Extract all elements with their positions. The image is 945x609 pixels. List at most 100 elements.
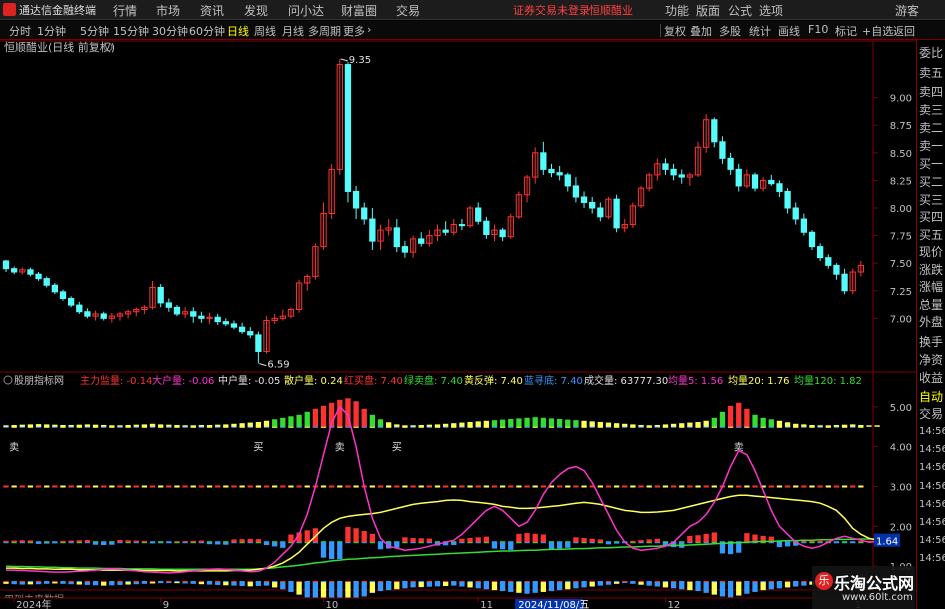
tool-add-favorite[interactable]: +自选 <box>862 23 893 39</box>
indicator-bar-upper <box>801 424 807 427</box>
indicator-bar-upper <box>52 424 58 427</box>
indicator-dot-row <box>858 485 864 488</box>
candle-body <box>662 163 669 170</box>
indicator-bar-mid <box>638 540 644 543</box>
indicator-bar-upper <box>353 401 359 427</box>
period-tab-more[interactable]: 更多 <box>343 23 365 39</box>
indicator-bar-upper <box>589 421 595 427</box>
tool-stats[interactable]: 统计 <box>749 23 771 39</box>
indicator-bar-mid <box>149 542 156 544</box>
quote-panel-item: 现价 <box>919 245 944 259</box>
tool-multi-stock[interactable]: 多股 <box>719 23 741 39</box>
indicator-bar-mid <box>76 540 82 543</box>
tool-mark[interactable]: 标记 <box>835 23 857 39</box>
tool-f10[interactable]: F10 <box>808 23 828 36</box>
menu-item-options[interactable]: 选项 <box>759 2 783 19</box>
menu-item-layout[interactable]: 版面 <box>696 2 720 19</box>
candle <box>263 316 270 354</box>
indicator-dot-row <box>68 485 74 488</box>
indicator-bar-upper <box>736 402 742 427</box>
period-tab-timeshare[interactable]: 分时 <box>9 23 31 39</box>
indicator-bar-upper <box>703 420 709 427</box>
menu-item-news[interactable]: 资讯 <box>200 2 224 19</box>
indicator-bar-mid <box>239 539 245 543</box>
tool-draw[interactable]: 画线 <box>778 23 800 39</box>
candle-body <box>100 313 107 319</box>
candle-body <box>27 269 34 275</box>
period-tab-30min[interactable]: 30分钟 <box>152 23 188 39</box>
candle-body <box>784 190 791 209</box>
indicator-bar-lower <box>3 582 9 584</box>
menu-item-discover[interactable]: 发现 <box>244 2 268 19</box>
period-tab-day[interactable]: 日线 <box>227 23 249 39</box>
candle <box>532 147 539 184</box>
chart-area[interactable]: 恒顺醋业(日线 前复权) 7.00 7.25 7.50 7.75 8.00 8.25 8.50… <box>0 40 916 609</box>
candle <box>548 163 555 178</box>
period-tab-month[interactable]: 月线 <box>282 23 304 39</box>
indicator-dot-row <box>605 485 612 488</box>
indicator-bar-mid <box>117 539 123 543</box>
indicator-dot-row <box>402 485 408 488</box>
indicator-bar-upper <box>3 425 9 427</box>
menu-item-function[interactable]: 功能 <box>665 2 689 19</box>
price-annotation-leader <box>340 58 348 62</box>
candle-body <box>711 119 718 143</box>
indicator-bar-lower <box>174 582 180 584</box>
chevron-right-icon[interactable]: › <box>367 23 371 36</box>
login-status[interactable]: 证券交易未登录 <box>513 2 590 18</box>
indicator-bar-mid <box>711 532 717 543</box>
menu-item-ask[interactable]: 问小达 <box>288 2 324 19</box>
indicator-bar-mid <box>101 542 107 546</box>
period-tab-1min[interactable]: 1分钟 <box>37 23 66 39</box>
indicator-bar-upper <box>215 424 221 427</box>
indicator-bar-mid <box>60 540 66 543</box>
indicator-legend-item: 主力监量: -0.14 <box>80 374 152 387</box>
signal-marker: 买 <box>253 442 263 454</box>
indicator-bar-lower <box>11 582 17 585</box>
indicator-bar-upper <box>809 424 815 427</box>
candle-body <box>751 174 759 189</box>
quote-panel-item: 买三 <box>919 193 944 207</box>
period-tab-5min[interactable]: 5分钟 <box>80 23 109 39</box>
indicator-dot-row <box>434 485 441 488</box>
indicator-bar-mid <box>589 538 595 543</box>
candle <box>279 309 286 321</box>
indicator-bar-mid <box>206 542 213 545</box>
indicator-bar-lower <box>662 582 669 588</box>
indicator-dot-row <box>556 485 563 488</box>
candle <box>157 284 164 308</box>
candle-body <box>165 302 172 308</box>
period-tab-week[interactable]: 周线 <box>254 23 276 39</box>
indicator-bar-upper <box>182 425 188 427</box>
tool-back[interactable]: 返回 <box>893 23 915 39</box>
indicator-bar-upper <box>133 424 139 427</box>
indicator-bar-mid <box>418 538 424 543</box>
indicator-bar-lower <box>679 582 685 590</box>
menu-item-formula[interactable]: 公式 <box>728 2 752 19</box>
indicator-bar-upper <box>451 423 457 427</box>
period-tab-15min[interactable]: 15分钟 <box>113 23 149 39</box>
menu-item-quotes[interactable]: 行情 <box>113 2 137 19</box>
tool-adjust[interactable]: 复权 <box>664 23 686 39</box>
indicator-bar-mid <box>263 542 270 546</box>
menu-item-wealth[interactable]: 财富圈 <box>341 2 377 19</box>
signal-marker: 买 <box>392 442 402 454</box>
indicator-dot-row <box>141 485 148 488</box>
menu-item-market[interactable]: 市场 <box>156 2 180 19</box>
period-tab-60min[interactable]: 60分钟 <box>189 23 225 39</box>
period-tab-multi[interactable]: 多周期 <box>308 23 341 39</box>
candle-body <box>84 311 91 317</box>
indicator-dot-row <box>198 485 205 488</box>
tool-overlay[interactable]: 叠加 <box>690 23 712 39</box>
app-logo-icon <box>3 3 16 16</box>
indicator-bar-lower <box>744 582 750 594</box>
guest-user[interactable]: 游客 <box>895 2 919 19</box>
quote-panel-item[interactable]: 自动 <box>919 390 943 404</box>
candle <box>35 272 42 281</box>
indicator-bar-lower <box>76 582 82 585</box>
candle <box>768 174 775 186</box>
quote-panel-item[interactable]: 交易 <box>919 407 943 421</box>
menu-item-trade[interactable]: 交易 <box>396 2 420 19</box>
indicator-bar-lower <box>776 582 783 589</box>
quote-panel-item: 买四 <box>919 210 944 224</box>
